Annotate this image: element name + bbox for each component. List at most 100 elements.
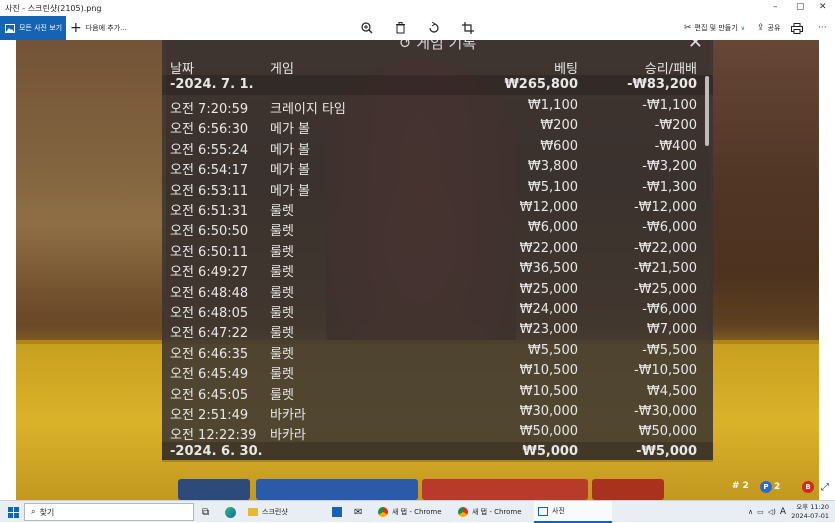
task-view-icon[interactable]: ⧉ [198,501,213,523]
edge-icon[interactable] [221,501,240,523]
row-time: 오전 6:48:05 [170,306,249,321]
history-row[interactable]: 오전 6:47:22 룰렛 ₩23,000 ₩7,000 [162,320,713,341]
player-stat: P 2 [760,481,780,493]
all-photos-button[interactable]: 모든 사진 보기 [0,16,66,40]
game-button[interactable] [592,479,664,500]
history-row[interactable]: 오전 6:45:49 룰렛 ₩10,500 -₩10,500 [162,361,713,383]
more-options-button[interactable]: ··· [818,16,827,40]
scrollbar[interactable] [705,76,709,146]
history-row[interactable]: 오전 7:20:59 크레이지 타임 ₩1,100 -₩1,100 [162,96,713,117]
row-game: 룰렛 [270,367,294,383]
system-tray[interactable]: ∧ ▭ ◁) A [744,501,790,523]
game-bottom-bar: # 2 P 2 B [16,477,819,500]
game-button[interactable] [422,479,588,500]
row-win-loss: -₩6,000 [642,302,697,317]
clock[interactable]: 오후 11:20 2024-07-01 [791,503,829,521]
folder-icon [248,508,258,516]
row-time: 오전 6:55:24 [170,142,249,158]
zoom-in-icon[interactable] [358,19,376,37]
history-row[interactable]: 오전 6:49:27 룰렛 ₩36,500 -₩21,500 [162,259,713,281]
taskbar-item-chrome[interactable]: 새 탭 - Chrome [374,501,452,523]
add-to-button[interactable]: + 다음에 추가... [70,16,127,40]
history-row[interactable]: 오전 6:45:05 룰렛 ₩10,500 ₩4,500 [162,382,713,403]
header-row: 날짜 게임 베팅 승리/패배 [162,56,713,77]
history-row[interactable]: 오전 6:55:24 메가 볼 ₩600 -₩400 [162,137,713,158]
edit-create-button[interactable]: ✂ 편집 및 만들기 ∨ [684,16,745,40]
game-button[interactable] [256,479,418,500]
row-bet: ₩600 [540,138,578,154]
maximize-button[interactable]: ▢ [796,2,805,12]
history-row[interactable]: 오전 6:50:11 룰렛 ₩22,000 -₩22,000 [162,239,713,260]
image-viewer: ↺ 게임 기록 ✕ 날짜 게임 베팅 승리/패배 -2024. 7. 1. ₩2… [16,40,819,500]
game-button[interactable] [178,479,250,500]
expand-icon[interactable]: ⤢ [821,482,829,493]
row-win-loss: -₩25,000 [633,281,697,297]
taskbar-item-label: 새 탭 - Chrome [472,508,522,516]
crop-icon[interactable] [459,19,477,37]
taskbar-item-chrome[interactable]: 새 탭 - Chrome [454,501,532,523]
row-game: 룰렛 [270,265,294,281]
row-win-loss: -₩21,500 [633,261,697,277]
row-bet: ₩5,100 [527,179,578,195]
history-row[interactable]: 오전 2:51:49 바카라 ₩30,000 -₩30,000 [162,402,713,423]
date-label: -2024. 7. 1. [170,77,254,92]
close-icon[interactable]: ✕ [688,40,703,53]
share-icon: ⇪ [757,23,765,33]
edit-create-icon: ✂ [684,23,692,33]
minimize-button[interactable]: – [773,2,778,12]
clock-date: 2024-07-01 [791,512,829,520]
row-win-loss: -₩1,300 [642,179,697,195]
row-bet: ₩10,500 [519,383,578,399]
delete-icon[interactable] [391,19,409,37]
history-row[interactable]: 오전 6:50:50 룰렛 ₩6,000 -₩6,000 [162,218,713,240]
history-row[interactable]: 오전 12:22:39 바카라 ₩50,000 ₩50,000 [162,422,713,444]
taskbar-item-screenshot[interactable]: 스크린샷 [244,501,326,523]
history-row[interactable]: 오전 6:54:17 메가 볼 ₩3,800 -₩3,200 [162,157,713,179]
photos-app-icon [538,506,548,516]
date-bet-total: ₩5,000 [522,444,578,459]
row-time: 오전 12:22:39 [170,428,257,444]
taskbar-search[interactable]: ⌕ 찾기 [24,503,194,521]
row-time: 오전 6:49:27 [170,265,249,281]
row-game: 메가 볼 [270,142,311,158]
rotate-icon[interactable] [425,19,443,37]
row-bet: ₩36,500 [519,261,578,277]
close-button[interactable]: ✕ [819,2,827,12]
row-time: 오전 6:45:49 [170,367,249,383]
mail-icon[interactable]: ✉ [350,501,366,523]
history-row[interactable]: 오전 6:51:31 룰렛 ₩12,000 -₩12,000 [162,198,713,219]
window-titlebar: 사진 - 스크린샷(2105).png – ▢ ✕ [0,0,835,16]
share-button[interactable]: ⇪ 공유 [757,16,780,40]
history-row[interactable]: 오전 6:53:11 메가 볼 ₩5,100 -₩1,300 [162,178,713,199]
banker-stat: B [802,481,814,493]
date-wl-total: -₩83,200 [627,77,697,92]
taskbar-item-label: 새 탭 - Chrome [392,508,442,516]
date-wl-total: -₩5,000 [636,444,697,459]
row-game: 메가 볼 [270,163,311,179]
add-to-label: 다음에 추가... [85,24,127,32]
row-time: 오전 6:53:11 [170,183,249,199]
store-icon[interactable] [328,501,346,523]
row-time: 오전 6:45:05 [170,387,249,403]
chrome-icon [378,507,388,517]
player-badge: P [760,481,772,493]
history-row[interactable]: 오전 6:48:05 룰렛 ₩24,000 -₩6,000 [162,300,713,321]
row-time: 오전 6:50:50 [170,224,249,240]
start-button[interactable] [4,501,23,523]
row-game: 룰렛 [270,306,294,321]
row-bet: ₩10,500 [519,363,578,379]
row-win-loss: ₩50,000 [638,424,697,440]
date-row[interactable]: -2024. 7. 1. ₩265,800 -₩83,200 [162,75,713,95]
history-row[interactable]: 오전 6:48:48 룰렛 ₩25,000 -₩25,000 [162,280,713,301]
history-row[interactable]: 오전 6:56:30 메가 볼 ₩200 -₩200 [162,116,713,138]
volume-icon: ◁) [767,508,776,516]
player-count: 2 [774,482,781,492]
date-row[interactable]: -2024. 6. 30. ₩5,000 -₩5,000 [162,442,713,462]
row-bet: ₩6,000 [527,220,578,236]
row-win-loss: ₩7,000 [646,322,697,338]
taskbar-item-photos[interactable]: 사진 [534,501,612,523]
history-row[interactable]: 오전 6:46:35 룰렛 ₩5,500 -₩5,500 [162,341,713,362]
row-time: 오전 6:56:30 [170,122,249,138]
print-icon[interactable] [788,19,806,37]
row-win-loss: -₩400 [654,138,697,154]
